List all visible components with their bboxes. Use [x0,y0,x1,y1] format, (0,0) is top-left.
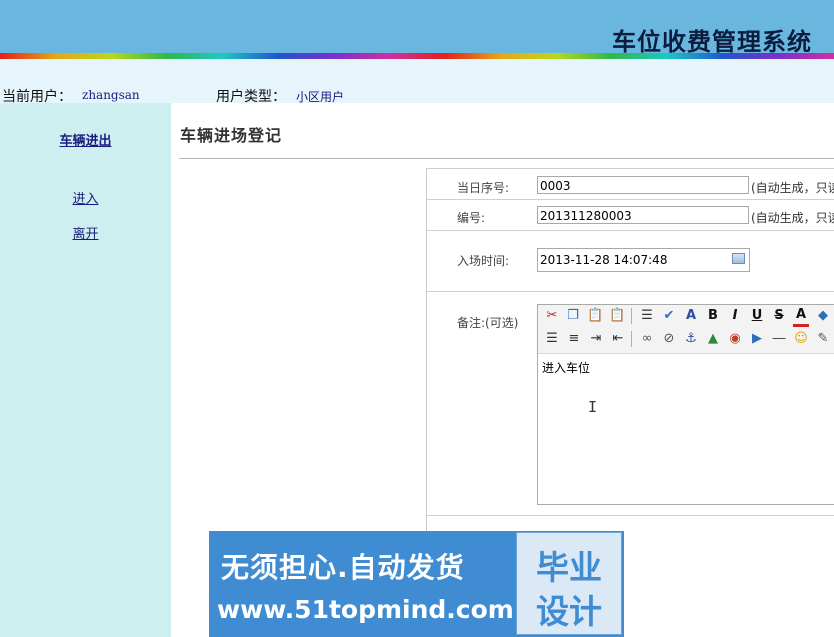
unlink-icon[interactable]: ⊘ [661,331,677,347]
entry-time-value: 2013-11-28 14:07:48 [540,253,668,267]
list-icon[interactable]: ≡ [566,331,582,347]
flash-icon[interactable]: ◉ [727,331,743,347]
bold-icon[interactable]: B [705,308,721,324]
current-user-value: zhangsan [82,88,140,102]
sidebar-heading-vehicle-in-out[interactable]: 车辆进出 [0,130,171,149]
main-panel: 车辆进场登记 当日序号: 0003 (自动生成，只读 编号: 201311280… [171,103,834,637]
number-field[interactable]: 201311280003 [537,206,749,224]
sidebar-item-leave[interactable]: 离开 [0,223,171,242]
page-title: 车辆进场登记 [180,126,283,145]
copy-icon[interactable]: ❐ [565,308,581,324]
number-label: 编号: [457,211,486,225]
sidebar-item-enter[interactable]: 进入 [0,188,171,207]
banner-line2: www.51topmind.com [217,595,514,624]
banner-box-line1: 毕业 [536,548,602,587]
italic-icon[interactable]: I [727,308,743,324]
cut-icon[interactable]: ✂ [544,308,560,324]
daily-seq-label: 当日序号: [457,181,510,195]
app-title: 车位收费管理系统 [612,27,812,56]
banner-box-line2: 设计 [536,592,602,631]
paste-word-icon[interactable]: 📋 [609,308,625,324]
spellcheck-icon[interactable]: ✔ [661,308,677,324]
text-cursor-icon: I [588,398,598,416]
toolbar-separator [631,308,632,324]
font-color-icon[interactable]: A [793,308,809,327]
daily-seq-note: (自动生成，只读 [751,181,834,195]
banner-box: 毕业 设计 [516,532,622,635]
form-row-number: 编号: 201311280003 (自动生成，只读 [427,200,834,231]
number-note: (自动生成，只读 [751,211,834,225]
paste-icon[interactable]: 📋 [587,308,603,324]
strikethrough-icon[interactable]: S [771,308,787,324]
app-header: 车位收费管理系统 [0,0,834,56]
paste-text-icon[interactable]: ☰ [639,308,655,324]
rich-text-editor[interactable]: ✂ ❐ 📋 📋 ☰ ✔ A B I U S A ◆ ☰ ≡ ⇥ ⇤ ∞ ⊘ ⚓ … [537,304,834,505]
watermark-banner: 无须担心.自动发货 www.51topmind.com 毕业 设计 [209,531,624,637]
indent-icon[interactable]: ⇥ [588,331,604,347]
sidebar: 车辆进出 进入 离开 [0,103,171,637]
highlight-icon[interactable]: ◆ [815,308,831,324]
daily-seq-field[interactable]: 0003 [537,176,749,194]
entry-form: 当日序号: 0003 (自动生成，只读 编号: 201311280003 (自动… [426,168,834,545]
media-icon[interactable]: ▶ [749,331,765,347]
user-bar: 当前用户： zhangsan 用户类型： 小区用户 [0,59,834,105]
image-icon[interactable]: ▲ [705,331,721,347]
entry-time-field[interactable]: 2013-11-28 14:07:48 [537,248,750,272]
calendar-icon[interactable] [732,253,745,264]
align-left-icon[interactable]: ☰ [544,331,560,347]
form-row-remark: 备注:(可选) ✂ ❐ 📋 📋 ☰ ✔ A B I U S A ◆ ☰ ≡ ⇥ … [427,292,834,516]
font-style-icon[interactable]: A [683,308,699,324]
title-divider [179,158,834,159]
toolbar-separator [631,331,632,347]
editor-content[interactable]: 进入车位 [542,359,590,376]
form-row-entry-time: 入场时间: 2013-11-28 14:07:48 [427,231,834,292]
remark-label: 备注:(可选) [457,316,519,330]
underline-icon[interactable]: U [749,308,765,324]
outdent-icon[interactable]: ⇤ [610,331,626,347]
edit-icon[interactable]: ✎ [815,331,831,347]
banner-line1: 无须担心.自动发货 [221,551,465,584]
form-row-daily-seq: 当日序号: 0003 (自动生成，只读 [427,169,834,200]
anchor-icon[interactable]: ⚓ [683,331,699,347]
emoticon-icon[interactable]: ☺ [793,331,809,347]
editor-toolbar: ✂ ❐ 📋 📋 ☰ ✔ A B I U S A ◆ ☰ ≡ ⇥ ⇤ ∞ ⊘ ⚓ … [538,305,834,354]
link-icon[interactable]: ∞ [639,331,655,347]
entry-time-label: 入场时间: [457,254,510,268]
horizontal-rule-icon[interactable]: ― [771,331,787,347]
